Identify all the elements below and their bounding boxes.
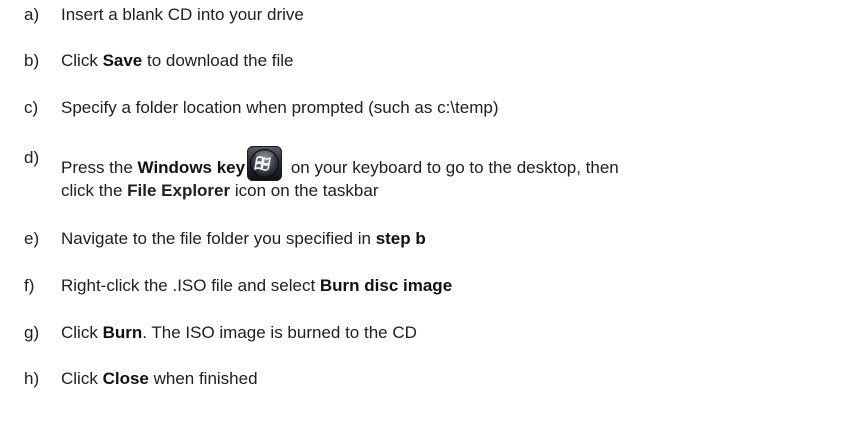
- step-text: Insert a blank CD into your drive: [61, 3, 864, 27]
- step-text-part: Specify a folder location when prompted …: [61, 98, 499, 117]
- step-marker: b): [24, 51, 40, 70]
- windows-key-icon: [247, 146, 283, 181]
- step-text: Navigate to the file folder you specifie…: [61, 227, 864, 251]
- step-text-part: when finished: [148, 369, 258, 388]
- step-marker: c): [24, 98, 39, 117]
- step-bold-term: File Explorer: [127, 181, 231, 200]
- step-bold-term: Save: [102, 51, 143, 70]
- step-text-part: . The ISO image is burned to the CD: [142, 323, 417, 342]
- step-text-line2: click the File Explorer icon on the task…: [61, 179, 379, 203]
- step-text-part: to download the file: [142, 51, 294, 70]
- step-bold-term: Burn: [102, 323, 143, 342]
- step-text-part: Click: [61, 323, 103, 342]
- step-marker: h): [24, 369, 40, 388]
- step-bold-term: Burn disc image: [319, 276, 453, 295]
- step-text-part: Right-click the .ISO file and select: [61, 276, 320, 295]
- step-text-part: Press the: [61, 158, 138, 177]
- step-marker: e): [24, 229, 40, 248]
- step-text-part: Navigate to the file folder you specifie…: [61, 229, 376, 248]
- step-text-part: icon on the taskbar: [230, 181, 379, 200]
- step-bold-term: step b: [375, 229, 426, 248]
- step-text: Specify a folder location when prompted …: [61, 96, 864, 120]
- step-text-part: click the: [61, 181, 128, 200]
- step-marker: g): [24, 323, 40, 342]
- step-text: Press the Windows key on your keyboard t…: [61, 146, 864, 181]
- step-text: Right-click the .ISO file and select Bur…: [61, 274, 864, 298]
- step-bold-term: Close: [102, 369, 149, 388]
- step-text: Click Close when finished: [61, 367, 864, 391]
- step-marker: f): [24, 276, 35, 295]
- step-text-part: Click: [61, 369, 103, 388]
- step-text-part: Click: [61, 51, 103, 70]
- step-text-part: on your keyboard to go to the desktop, t…: [286, 158, 619, 177]
- step-marker: d): [24, 148, 40, 167]
- step-bold-term: Windows key: [137, 158, 246, 177]
- instruction-list: a) Insert a blank CD into your drive b) …: [0, 0, 864, 437]
- step-text: Click Burn. The ISO image is burned to t…: [61, 321, 864, 345]
- step-marker: a): [24, 5, 40, 24]
- step-text-part: Insert a blank CD into your drive: [61, 5, 304, 24]
- step-text: Click Save to download the file: [61, 49, 864, 73]
